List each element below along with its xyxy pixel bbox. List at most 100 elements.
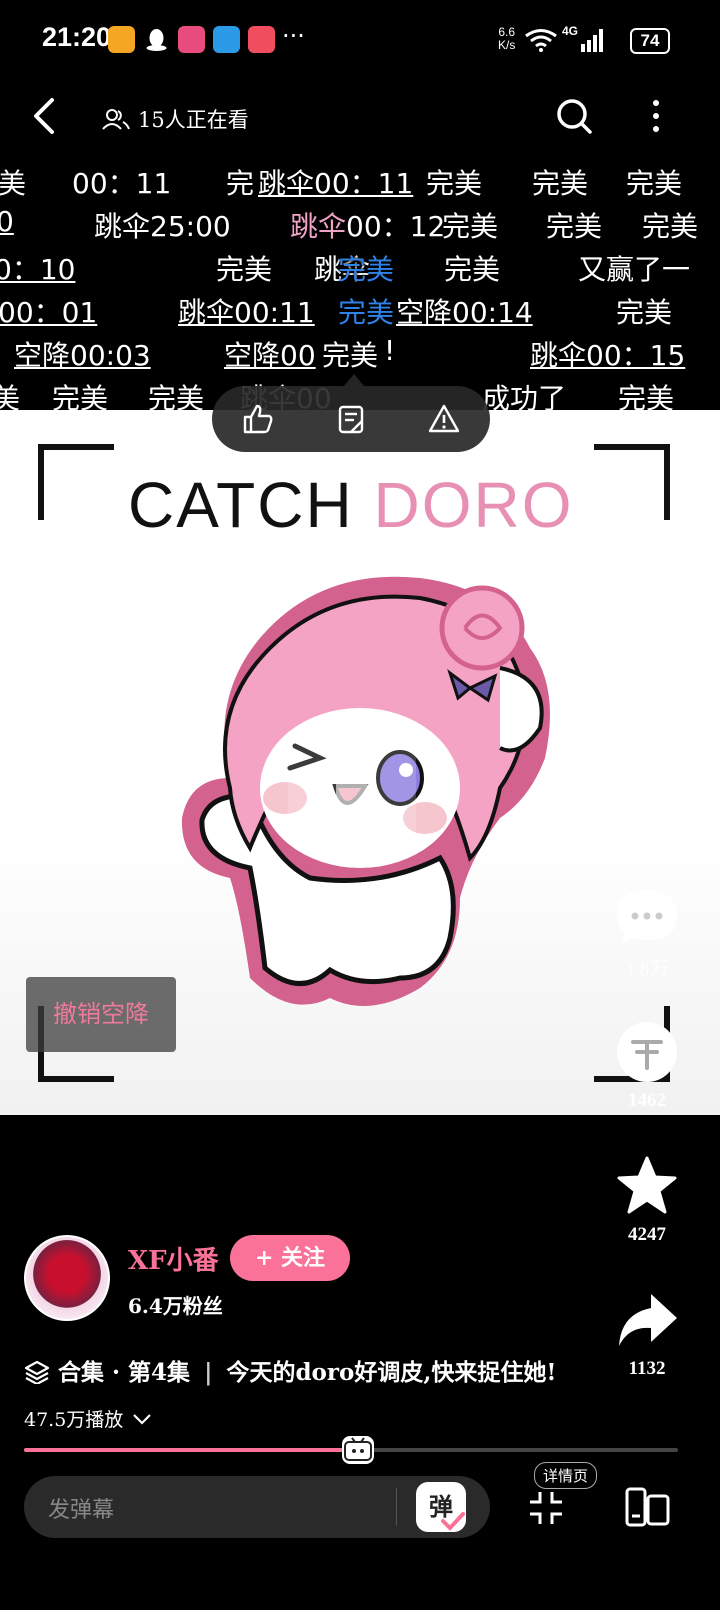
danmaku-item: 完美 (532, 167, 589, 200)
like-count: 16.3万 (620, 825, 674, 846)
danmaku-item: 跳伞00:11 (178, 296, 315, 329)
report-warning-icon[interactable] (427, 402, 461, 436)
danmaku-item: 完美 (148, 382, 205, 410)
danmaku-item: ! (384, 334, 396, 367)
video-time-overlay: 00:23 / 01: (270, 890, 384, 917)
danmaku-item: 跳伞00：11 (258, 167, 414, 200)
detail-page-tag[interactable]: 详情页 (534, 1462, 598, 1489)
frame-corner-top-right (594, 444, 670, 520)
collection-layers-icon (24, 1360, 50, 1386)
danmaku-item: 完美 (338, 296, 395, 329)
share-arrow-icon (619, 1294, 677, 1346)
danmaku-item: 完美 (52, 382, 109, 410)
danmaku-item: 跳伞25:00 (94, 210, 231, 243)
network-type: 4G (562, 24, 579, 38)
danmaku-item: 空降00:03 (14, 339, 151, 372)
danmaku-item: 完美 (546, 210, 603, 243)
thumbs-up-icon[interactable] (241, 402, 275, 436)
danmaku-item: 0 (0, 205, 14, 238)
progress-knob-tv-icon[interactable] (342, 1436, 374, 1464)
danmaku-item: 成功了 (482, 382, 567, 410)
fullscreen-icon[interactable] (526, 1488, 566, 1528)
like-icon (619, 756, 674, 810)
collection-label: 合集 · 第4集 (58, 1359, 191, 1386)
danmaku-item: 完美 (442, 210, 499, 243)
danmaku-item: 完美 (642, 210, 699, 243)
danmaku-item: 0：10 (0, 253, 76, 286)
coin-count: 1462 (628, 1090, 666, 1111)
coin-icon (617, 1022, 677, 1082)
danmaku-item: 完美 (616, 296, 673, 329)
copy-note-icon[interactable] (334, 402, 368, 436)
danmaku-item: 跳伞 (290, 210, 347, 243)
coin-action[interactable]: 1462 (610, 1020, 684, 1112)
title-separator: | (204, 1359, 213, 1386)
favorite-count: 4247 (628, 1224, 666, 1245)
share-count: 1132 (628, 1358, 666, 1379)
author-avatar[interactable] (24, 1235, 110, 1321)
heart-app-icon (108, 26, 135, 53)
watching-count: 15人正在看 (102, 104, 249, 134)
play-button[interactable] (288, 730, 416, 850)
notification-icons (108, 26, 275, 53)
like-action[interactable]: 16.3万 (610, 752, 684, 847)
danmaku-item: 空降00 (224, 339, 316, 372)
danmaku-layer: 美 00：11 完 跳伞00：11 完美 完美 完美 0 跳伞25:00 跳伞 … (0, 160, 720, 410)
share-action[interactable]: 1132 (610, 1290, 684, 1380)
chevron-down-icon[interactable] (131, 1412, 153, 1426)
danmaku-item: 00：12 (346, 210, 446, 243)
play-icon (336, 764, 376, 816)
danmaku-item: 完美 (626, 167, 683, 200)
signal-icon (581, 29, 603, 52)
danmaku-item: 完美 (322, 339, 379, 372)
comment-icon (617, 890, 677, 944)
danmaku-input-placeholder[interactable]: 发弹幕 (48, 1492, 114, 1524)
danmaku-action-popup (212, 374, 490, 452)
net-speed: 6.6 K/s (498, 26, 515, 52)
video-app-icon (248, 26, 275, 53)
danmaku-item: 完美 (216, 253, 273, 286)
search-icon[interactable] (554, 96, 594, 136)
star-icon (617, 1156, 677, 1214)
frame-corner-top-left (38, 444, 114, 520)
video-title-block[interactable]: 合集 · 第4集 | 今天的doro好调皮,快来捉住她! 47.5万播放 (24, 1350, 584, 1443)
favorite-action[interactable]: 4247 (610, 1154, 684, 1246)
comment-action[interactable]: 1.8万 (610, 886, 684, 981)
bilibili-app-icon (178, 26, 205, 53)
view-count: 47.5万播放 (24, 1409, 124, 1431)
danmaku-item: 美 (0, 382, 21, 410)
danmaku-item: 空降00:14 (396, 296, 533, 329)
heading-doro: DORO (373, 469, 574, 541)
back-arrow-icon[interactable] (30, 96, 60, 136)
comment-count: 1.8万 (625, 959, 669, 980)
heading-catch: CATCH (128, 469, 354, 541)
follow-button[interactable]: + 关注 (230, 1235, 350, 1281)
danmaku-item: 00：01 (0, 296, 98, 329)
status-bar: 21:20 ··· 6.6 K/s 4G 74 (0, 0, 720, 80)
danmaku-item: 美 (0, 167, 27, 200)
danmaku-item: 完美 (426, 167, 483, 200)
battery-indicator: 74 (630, 28, 670, 54)
qq-icon (143, 26, 170, 53)
wifi-icon (525, 29, 557, 52)
net-speed-unit: K/s (498, 38, 516, 52)
people-icon (102, 109, 130, 130)
portrait-mode-icon[interactable] (624, 1486, 672, 1530)
more-options-icon[interactable] (646, 98, 666, 134)
fan-count: 6.4万粉丝 (128, 1294, 223, 1318)
status-time: 21:20 (42, 22, 112, 52)
danmaku-item: 完 (226, 167, 255, 200)
video-title: 今天的doro好调皮,快来捉住她! (226, 1359, 557, 1386)
danmaku-item: 跳伞00：15 (530, 339, 686, 372)
watching-text: 15人正在看 (138, 108, 249, 132)
danmaku-item: 完美 (618, 382, 675, 410)
progress-fill (24, 1448, 358, 1452)
danmaku-item: 00：11 (72, 167, 172, 200)
undo-skip-button[interactable]: 撤销空降 (26, 977, 176, 1052)
danmaku-check-icon (441, 1512, 465, 1531)
input-divider (396, 1488, 397, 1526)
author-name[interactable]: XF小番 (128, 1240, 219, 1277)
danmaku-item: 又赢了一 (578, 253, 691, 286)
danmaku-item: 完美 (444, 253, 501, 286)
danmaku-item: 完美 (338, 253, 395, 286)
